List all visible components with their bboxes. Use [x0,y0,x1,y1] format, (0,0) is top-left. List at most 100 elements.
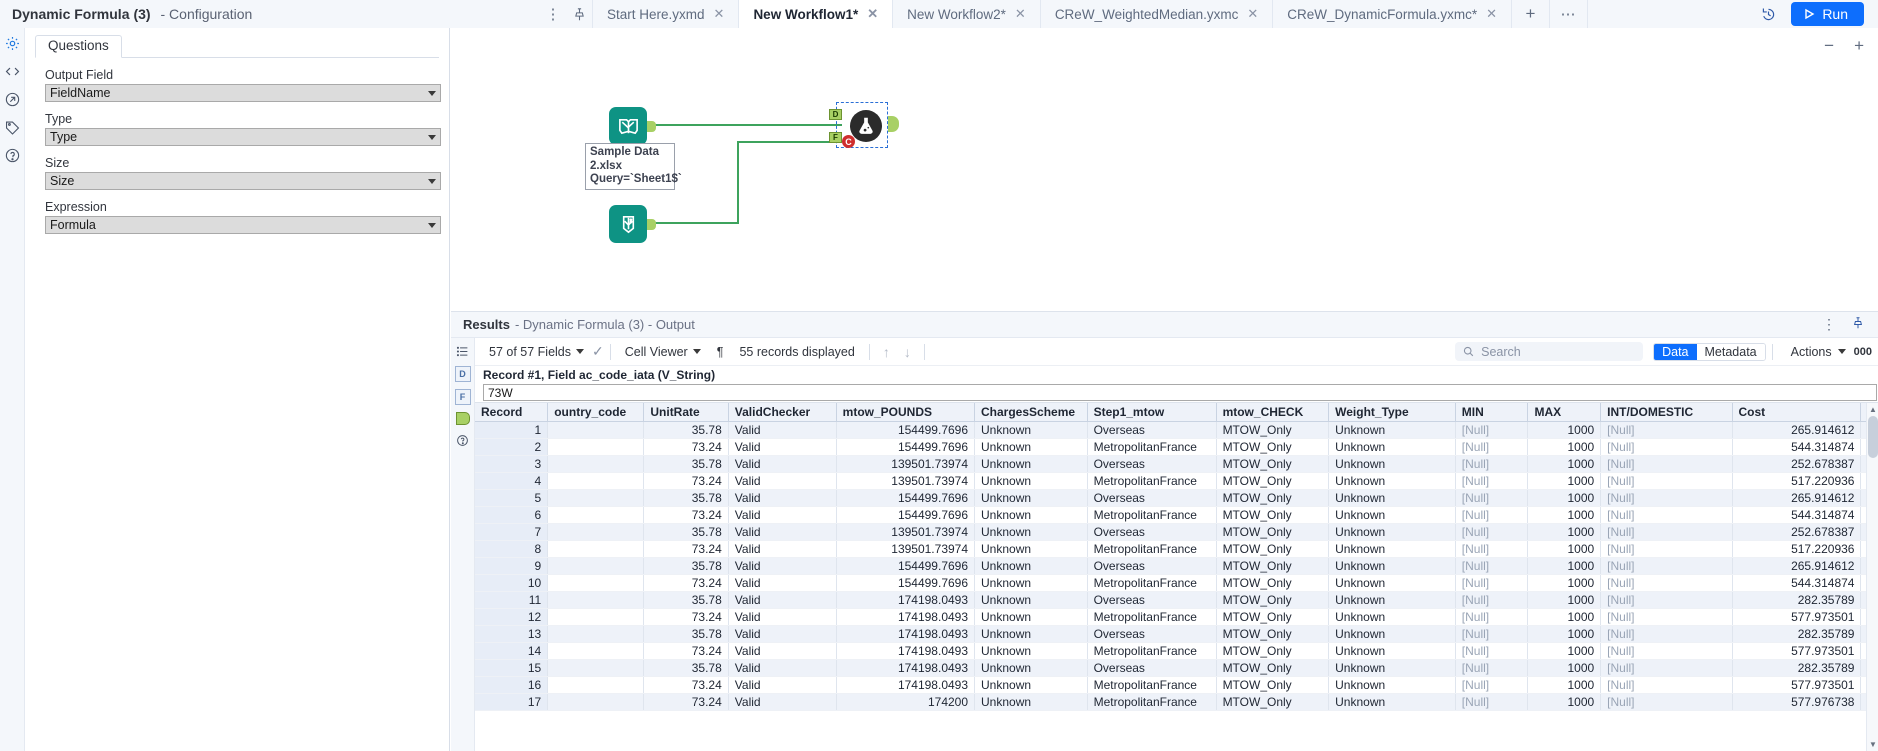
cell-cost[interactable]: 252.678387 [1732,456,1861,473]
cell-max[interactable]: 1000 [1528,677,1601,694]
input-data-node-1[interactable] [609,107,647,145]
cell-ountry-code[interactable] [548,507,644,524]
results-grid-wrapper[interactable]: Recordountry_codeUnitRateValidCheckermto… [475,403,1878,751]
cell-ountry-code[interactable] [548,677,644,694]
cell-record-number[interactable]: 10 [475,575,548,592]
cell-ountry-code[interactable] [548,660,644,677]
d-connection-icon[interactable]: D [455,366,471,382]
tab-close-icon[interactable]: ✕ [714,6,725,22]
cell-cost[interactable]: 517.220936 [1732,541,1861,558]
cell-unitrate[interactable]: 35.78 [644,558,728,575]
cell-chargesscheme[interactable]: Unknown [975,524,1088,541]
cell-weight-type[interactable]: Unknown [1329,507,1456,524]
cell-step1-mtow[interactable]: MetropolitanFrance [1087,507,1216,524]
zoom-out-button[interactable]: − [1824,36,1834,56]
cell-int-domestic[interactable]: [Null] [1601,643,1732,660]
cell-step1-mtow[interactable]: MetropolitanFrance [1087,575,1216,592]
cell-chargesscheme[interactable]: Unknown [975,592,1088,609]
column-header-cost[interactable]: Cost [1732,403,1861,422]
cell-ountry-code[interactable] [548,524,644,541]
cell-max[interactable]: 1000 [1528,490,1601,507]
cell-record-number[interactable]: 6 [475,507,548,524]
cell-validchecker[interactable]: Valid [728,439,836,456]
cell-mtow-check[interactable]: MTOW_Only [1216,422,1329,439]
cell-chargesscheme[interactable]: Unknown [975,660,1088,677]
cell-int-domestic[interactable]: [Null] [1601,456,1732,473]
cell-mtow-check[interactable]: MTOW_Only [1216,626,1329,643]
actions-menu[interactable]: Actions [1791,345,1846,359]
tab-crew-dynamicformula[interactable]: CReW_DynamicFormula.yxmc* ✕ [1273,0,1512,28]
cell-mtow-pounds[interactable]: 139501.73974 [836,524,974,541]
cell-ountry-code[interactable] [548,456,644,473]
cell-validchecker[interactable]: Valid [728,575,836,592]
cell-max[interactable]: 1000 [1528,541,1601,558]
cell-viewer-value[interactable]: 73W [483,384,1877,401]
cell-mtow-pounds[interactable]: 154499.7696 [836,575,974,592]
cell-chargesscheme[interactable]: Unknown [975,643,1088,660]
cell-step1-mtow[interactable]: Overseas [1087,558,1216,575]
column-header-unitrate[interactable]: UnitRate [644,403,728,422]
cell-max[interactable]: 1000 [1528,660,1601,677]
cell-validchecker[interactable]: Valid [728,507,836,524]
cell-mtow-check[interactable]: MTOW_Only [1216,592,1329,609]
table-row[interactable]: 1273.24Valid174198.0493UnknownMetropolit… [475,609,1878,626]
cell-min[interactable]: [Null] [1455,507,1528,524]
cell-cost[interactable]: 577.973501 [1732,677,1861,694]
scrollbar-thumb[interactable] [1868,416,1878,458]
cell-max[interactable]: 1000 [1528,558,1601,575]
cell-weight-type[interactable]: Unknown [1329,575,1456,592]
cell-chargesscheme[interactable]: Unknown [975,439,1088,456]
cell-cost[interactable]: 544.314874 [1732,507,1861,524]
cell-record-number[interactable]: 3 [475,456,548,473]
cell-weight-type[interactable]: Unknown [1329,643,1456,660]
cell-mtow-check[interactable]: MTOW_Only [1216,643,1329,660]
cell-chargesscheme[interactable]: Unknown [975,558,1088,575]
help-icon[interactable] [3,146,22,165]
table-row[interactable]: 935.78Valid154499.7696UnknownOverseasMTO… [475,558,1878,575]
cell-max[interactable]: 1000 [1528,643,1601,660]
cell-cost[interactable]: 577.973501 [1732,643,1861,660]
cell-max[interactable]: 1000 [1528,507,1601,524]
cell-validchecker[interactable]: Valid [728,677,836,694]
cell-step1-mtow[interactable]: MetropolitanFrance [1087,541,1216,558]
cell-max[interactable]: 1000 [1528,626,1601,643]
dynamic-formula-macro-node[interactable]: D F C [836,102,888,148]
input-data-node-2[interactable] [609,205,647,243]
cell-weight-type[interactable]: Unknown [1329,490,1456,507]
cell-record-number[interactable]: 8 [475,541,548,558]
more-tabs-button[interactable]: ⋯ [1550,0,1588,28]
cell-min[interactable]: [Null] [1455,422,1528,439]
cell-step1-mtow[interactable]: Overseas [1087,592,1216,609]
cell-unitrate[interactable]: 73.24 [644,575,728,592]
type-select[interactable]: Type [45,128,441,146]
cell-min[interactable]: [Null] [1455,677,1528,694]
cell-max[interactable]: 1000 [1528,575,1601,592]
cell-max[interactable]: 1000 [1528,456,1601,473]
cell-chargesscheme[interactable]: Unknown [975,626,1088,643]
new-tab-button[interactable]: + [1512,0,1550,28]
cell-cost[interactable]: 265.914612 [1732,422,1861,439]
cell-validchecker[interactable]: Valid [728,524,836,541]
cell-validchecker[interactable]: Valid [728,626,836,643]
cell-validchecker[interactable]: Valid [728,490,836,507]
cell-cost[interactable]: 577.973501 [1732,609,1861,626]
cell-step1-mtow[interactable]: MetropolitanFrance [1087,609,1216,626]
table-row[interactable]: 735.78Valid139501.73974UnknownOverseasMT… [475,524,1878,541]
cell-ountry-code[interactable] [548,694,644,711]
cell-record-number[interactable]: 4 [475,473,548,490]
table-row[interactable]: 273.24Valid154499.7696UnknownMetropolita… [475,439,1878,456]
cell-unitrate[interactable]: 35.78 [644,524,728,541]
cell-int-domestic[interactable]: [Null] [1601,660,1732,677]
column-header-validchecker[interactable]: ValidChecker [728,403,836,422]
cell-step1-mtow[interactable]: Overseas [1087,422,1216,439]
help-icon[interactable] [455,432,471,448]
cell-min[interactable]: [Null] [1455,439,1528,456]
list-view-icon[interactable] [455,343,471,359]
cell-record-number[interactable]: 7 [475,524,548,541]
cell-unitrate[interactable]: 35.78 [644,422,728,439]
tab-start-here[interactable]: Start Here.yxmd ✕ [592,0,739,28]
cell-unitrate[interactable]: 73.24 [644,694,728,711]
cell-record-number[interactable]: 11 [475,592,548,609]
apply-fields-check-icon[interactable]: ✓ [592,343,604,360]
cell-validchecker[interactable]: Valid [728,456,836,473]
